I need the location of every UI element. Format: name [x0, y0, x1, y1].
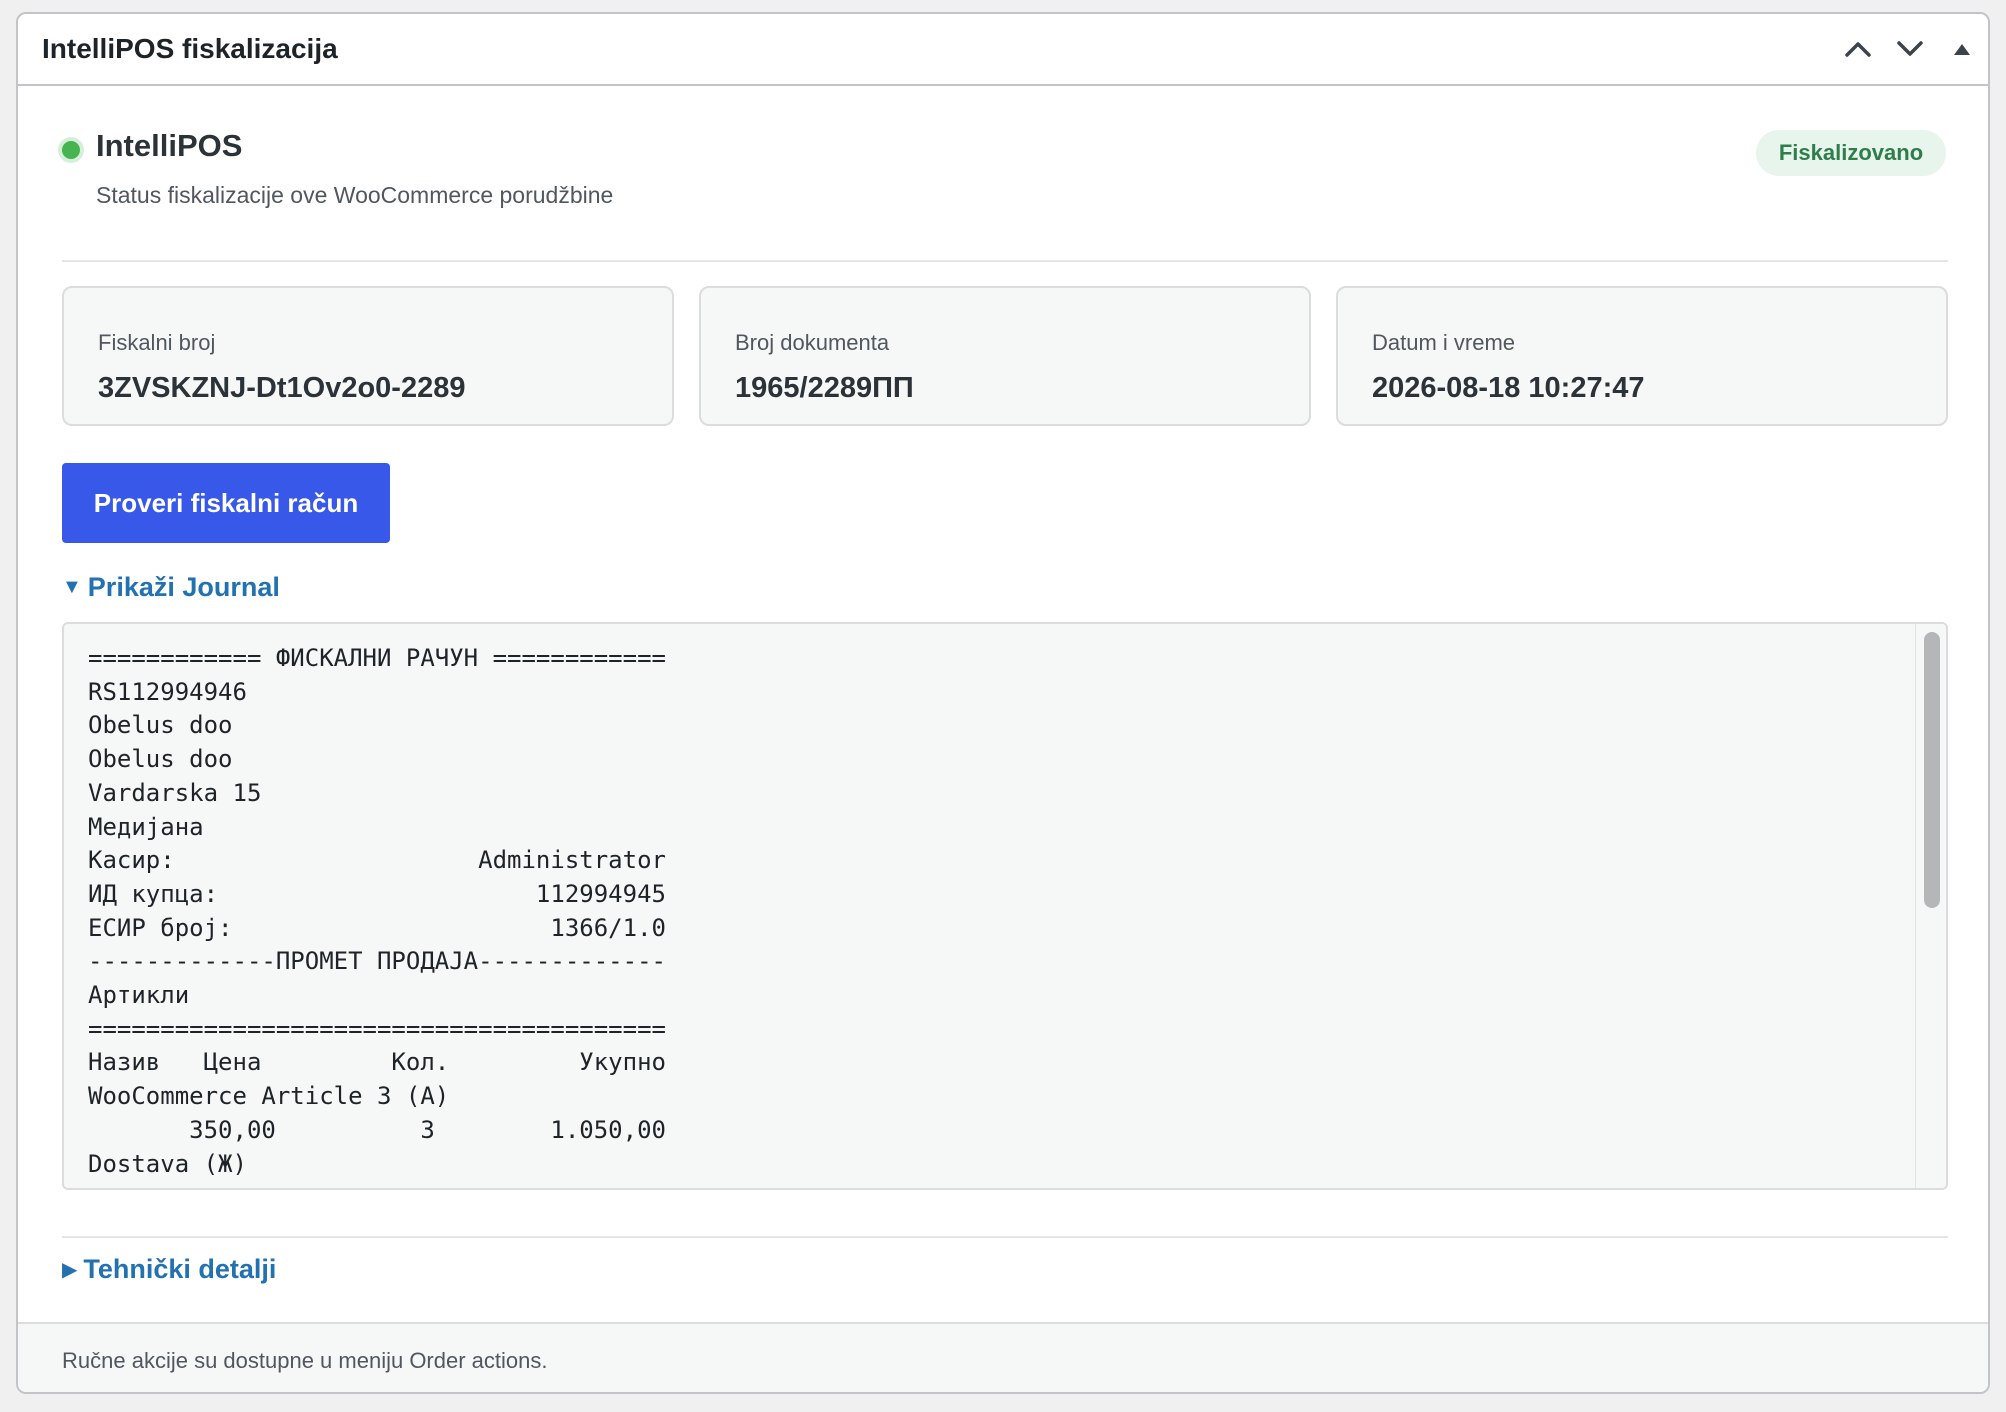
brand-name: IntelliPOS — [96, 128, 243, 163]
card-label: Datum i vreme — [1372, 330, 1516, 355]
move-down-button[interactable] — [1884, 14, 1936, 84]
journal-textarea[interactable]: ============ ФИСКАЛНИ РАЧУН ============… — [62, 622, 1948, 1190]
journal-line: Касир: Administrator — [88, 846, 666, 875]
footer-note: Ručne akcije su dostupne u meniju Order … — [62, 1348, 548, 1373]
journal-line: ИД купца: 112994945 — [88, 879, 666, 908]
triangle-up-icon — [1954, 44, 1970, 55]
journal-scrollbar[interactable] — [1915, 624, 1946, 1188]
journal-line: ======================================== — [88, 1014, 666, 1043]
move-up-button[interactable] — [1832, 14, 1884, 84]
status-indicator-dot — [62, 141, 80, 159]
datetime-card: Datum i vreme 2026-08-18 10:27:47 — [1336, 286, 1948, 426]
card-value: 1965/2289ПП — [735, 372, 914, 404]
toggle-panel-button[interactable] — [1936, 14, 1988, 84]
divider — [62, 260, 1948, 262]
metabox-footer: Ručne akcije su dostupne u meniju Order … — [18, 1322, 1988, 1392]
journal-line: Назив Цена Кол. Укупно — [88, 1048, 666, 1077]
metabox-controls — [1832, 14, 1988, 84]
intellipos-metabox: IntelliPOS fiskalizacija IntelliPOS Stat… — [16, 12, 1990, 1394]
technical-details-toggle[interactable]: ▶ Tehnički detalji — [62, 1254, 276, 1285]
chevron-up-icon — [1845, 42, 1871, 57]
document-number-card: Broj dokumenta 1965/2289ПП — [699, 286, 1311, 426]
verify-fiscal-receipt-button[interactable]: Proveri fiskalni račun — [62, 463, 390, 543]
journal-line: Медијана — [88, 812, 204, 841]
journal-line: -------------ПРОМЕТ ПРОДАЈА------------- — [88, 947, 666, 976]
technical-details-label: Tehnički detalji — [83, 1254, 277, 1284]
journal-line: Артикли — [88, 981, 190, 1010]
journal-line: Dostava (Ж) — [88, 1149, 247, 1178]
metabox-header: IntelliPOS fiskalizacija — [18, 14, 1988, 86]
chevron-down-icon — [1897, 41, 1923, 56]
journal-line: 350,00 3 1.050,00 — [88, 1115, 666, 1144]
status-badge: Fiskalizovano — [1756, 130, 1946, 176]
journal-line: ============ ФИСКАЛНИ РАЧУН ============ — [88, 644, 666, 672]
card-label: Fiskalni broj — [98, 330, 216, 355]
scrollbar-thumb[interactable] — [1924, 632, 1940, 908]
journal-line: Obelus doo — [88, 745, 233, 774]
metabox-title: IntelliPOS fiskalizacija — [42, 33, 338, 64]
journal-line: ЕСИР број: 1366/1.0 — [88, 913, 666, 942]
status-subtitle: Status fiskalizacije ove WooCommerce por… — [96, 182, 614, 208]
journal-line: RS112994946 — [88, 677, 247, 706]
journal-line: WooCommerce Article 3 (А) — [88, 1082, 450, 1111]
journal-content: ============ ФИСКАЛНИ РАЧУН ============… — [88, 642, 666, 1181]
divider — [62, 1236, 1948, 1238]
card-value: 2026-08-18 10:27:47 — [1372, 372, 1645, 404]
journal-toggle[interactable]: ▼ Prikaži Journal — [62, 572, 280, 603]
journal-toggle-label: Prikaži Journal — [87, 572, 280, 602]
journal-line: Vardarska 15 — [88, 778, 262, 807]
card-value: 3ZVSKZNJ-Dt1Ov2o0-2289 — [98, 372, 466, 404]
journal-line: Obelus doo — [88, 711, 233, 740]
triangle-right-icon: ▶ — [62, 1259, 78, 1281]
card-label: Broj dokumenta — [735, 330, 890, 355]
triangle-down-icon: ▼ — [62, 576, 82, 598]
fiscal-number-card: Fiskalni broj 3ZVSKZNJ-Dt1Ov2o0-2289 — [62, 286, 674, 426]
